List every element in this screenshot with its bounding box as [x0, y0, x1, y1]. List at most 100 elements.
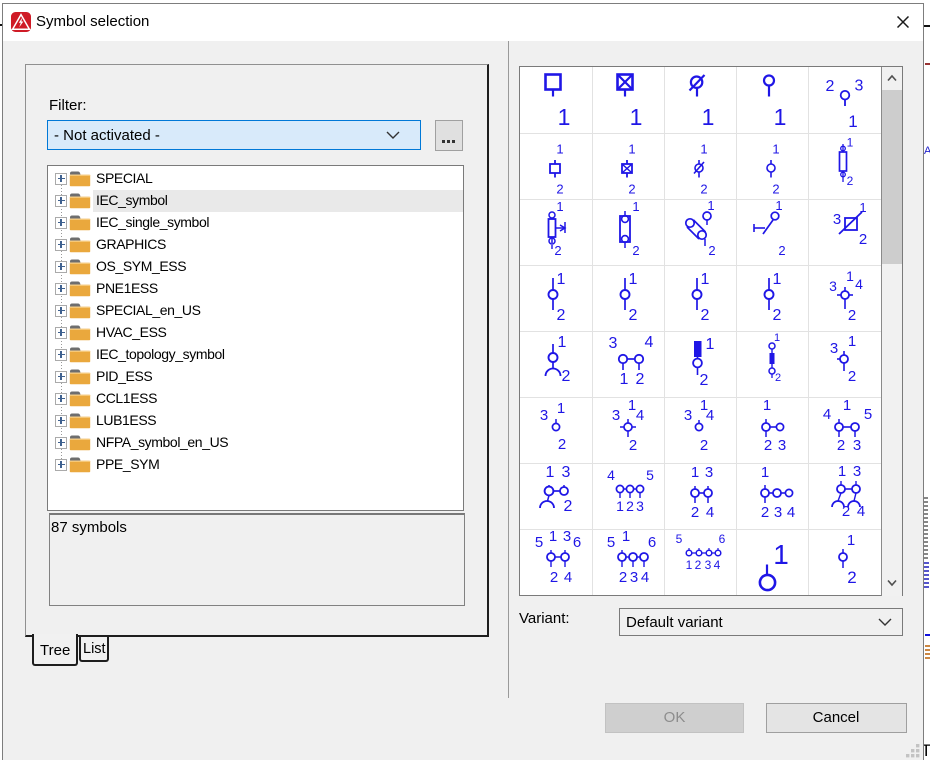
svg-text:1: 1 [557, 104, 570, 130]
svg-text:3: 3 [774, 504, 782, 521]
svg-text:1: 1 [548, 529, 556, 545]
svg-text:2: 2 [626, 498, 634, 514]
svg-text:2: 2 [708, 243, 715, 258]
svg-text:1: 1 [705, 336, 714, 353]
svg-text:2: 2 [761, 504, 769, 521]
svg-text:1: 1 [700, 397, 708, 414]
svg-text:1: 1 [628, 271, 637, 288]
svg-text:2: 2 [557, 436, 565, 453]
svg-text:4: 4 [641, 569, 649, 586]
svg-text:1: 1 [545, 464, 554, 481]
svg-text:2: 2 [859, 231, 867, 248]
svg-text:3: 3 [612, 407, 620, 424]
svg-text:1: 1 [628, 397, 636, 414]
svg-text:1: 1 [763, 397, 771, 414]
svg-text:2: 2 [842, 503, 850, 520]
svg-text:3: 3 [608, 335, 617, 352]
svg-text:2: 2 [848, 307, 856, 324]
svg-text:1: 1 [772, 141, 779, 156]
svg-text:2: 2 [619, 569, 627, 586]
svg-text:2: 2 [700, 181, 707, 196]
svg-text:2: 2 [848, 368, 856, 385]
svg-text:5: 5 [607, 534, 615, 551]
svg-text:5: 5 [534, 534, 542, 551]
svg-text:3: 3 [853, 437, 861, 454]
svg-text:2: 2 [837, 437, 845, 454]
svg-text:1: 1 [838, 463, 846, 480]
svg-text:3: 3 [855, 77, 864, 94]
svg-text:2: 2 [632, 243, 639, 258]
svg-text:1: 1 [557, 334, 566, 351]
svg-text:1: 1 [774, 332, 780, 344]
svg-text:1: 1 [700, 141, 707, 156]
svg-text:2: 2 [826, 78, 835, 95]
svg-text:1: 1 [847, 532, 855, 549]
svg-text:1: 1 [848, 333, 856, 350]
svg-text:1: 1 [774, 104, 787, 130]
svg-text:2: 2 [629, 437, 637, 454]
svg-text:2: 2 [556, 181, 563, 196]
svg-text:6: 6 [719, 532, 726, 546]
svg-text:3: 3 [833, 211, 841, 228]
svg-text:4: 4 [607, 467, 615, 483]
svg-text:1: 1 [843, 397, 851, 414]
svg-text:1: 1 [761, 464, 769, 481]
svg-text:2: 2 [764, 437, 772, 454]
svg-text:1: 1 [847, 135, 854, 149]
svg-text:1: 1 [773, 271, 782, 288]
svg-text:2: 2 [563, 498, 572, 515]
svg-text:1: 1 [622, 529, 630, 545]
svg-text:2: 2 [556, 307, 565, 324]
svg-text:2: 2 [700, 437, 708, 454]
svg-text:4: 4 [857, 503, 865, 520]
svg-text:6: 6 [572, 534, 580, 551]
svg-text:1: 1 [691, 464, 699, 481]
svg-text:3: 3 [829, 278, 837, 294]
svg-text:1: 1 [707, 199, 714, 213]
svg-text:3: 3 [636, 498, 644, 514]
svg-text:3: 3 [705, 464, 713, 481]
svg-text:3: 3 [830, 340, 838, 357]
svg-text:4: 4 [855, 276, 863, 292]
svg-text:1: 1 [556, 400, 564, 417]
svg-text:3: 3 [630, 569, 638, 586]
svg-text:5: 5 [646, 467, 654, 483]
svg-text:1: 1 [686, 558, 693, 572]
svg-text:1: 1 [628, 141, 635, 156]
svg-text:2: 2 [554, 243, 561, 258]
svg-text:3: 3 [561, 464, 570, 481]
svg-text:1: 1 [629, 104, 642, 130]
svg-text:2: 2 [847, 174, 854, 188]
svg-text:2: 2 [775, 372, 781, 384]
svg-text:4: 4 [823, 406, 831, 423]
svg-text:1: 1 [700, 271, 709, 288]
svg-text:1: 1 [701, 104, 714, 130]
svg-text:3: 3 [562, 529, 570, 545]
svg-text:1: 1 [556, 199, 563, 214]
svg-text:1: 1 [860, 200, 867, 215]
svg-text:1: 1 [773, 539, 789, 570]
svg-text:3: 3 [778, 437, 786, 454]
svg-text:2: 2 [628, 307, 637, 324]
svg-text:4: 4 [787, 504, 795, 521]
svg-text:6: 6 [648, 534, 656, 551]
svg-text:1: 1 [619, 371, 628, 388]
svg-text:4: 4 [563, 569, 571, 586]
svg-text:3: 3 [684, 407, 692, 424]
svg-text:4: 4 [714, 558, 721, 572]
svg-text:4: 4 [636, 407, 644, 424]
svg-text:2: 2 [848, 568, 857, 587]
svg-text:2: 2 [691, 504, 699, 521]
svg-text:1: 1 [556, 271, 565, 288]
svg-text:2: 2 [561, 368, 570, 385]
svg-text:5: 5 [676, 532, 683, 546]
svg-text:2: 2 [700, 307, 709, 324]
svg-text:1: 1 [632, 199, 639, 214]
svg-text:3: 3 [539, 407, 547, 424]
svg-text:5: 5 [864, 406, 872, 423]
svg-text:4: 4 [706, 504, 714, 521]
svg-text:1: 1 [775, 199, 782, 213]
svg-text:2: 2 [778, 243, 785, 258]
svg-text:2: 2 [628, 181, 635, 196]
svg-text:4: 4 [644, 334, 653, 351]
